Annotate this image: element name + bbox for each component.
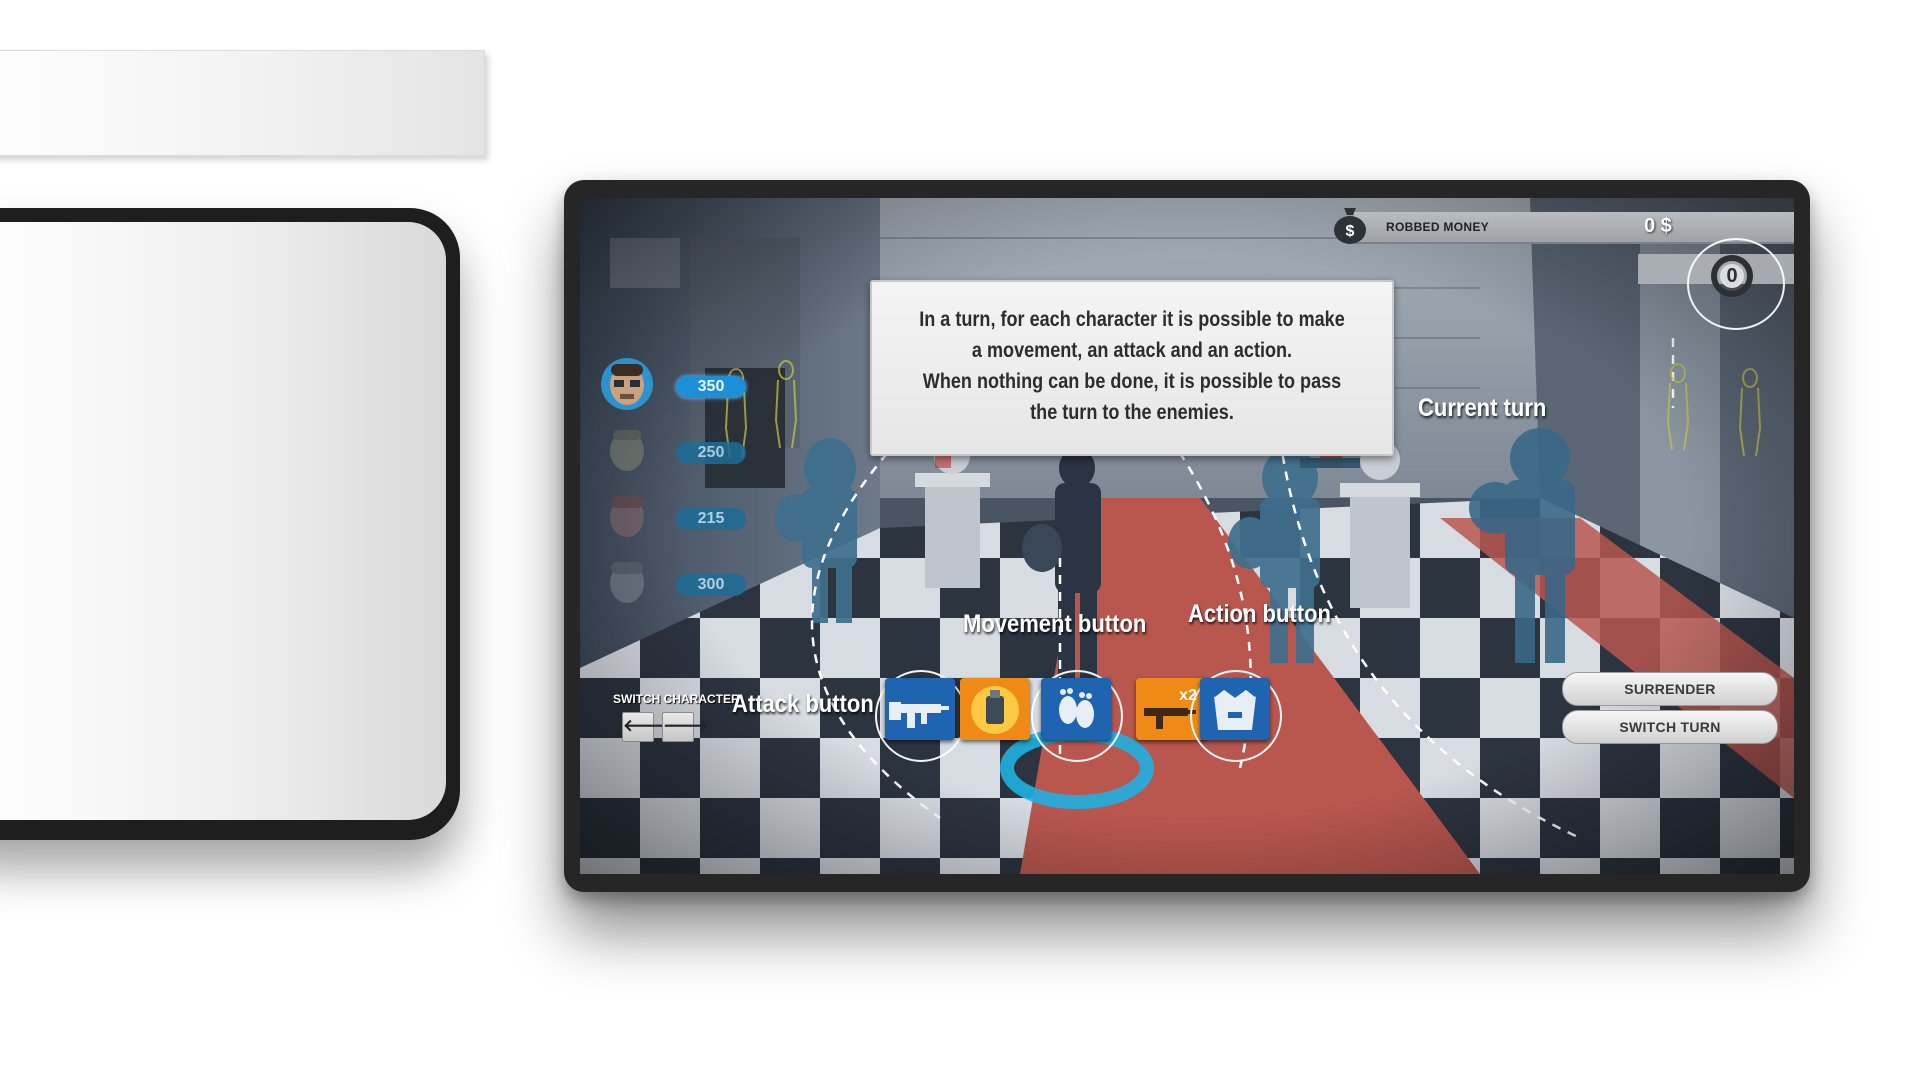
character-slot-2[interactable]: 250 bbox=[592, 420, 762, 480]
tablet-frame: ROBBED MONEY 0 $ $ 0 In a turn, for each… bbox=[564, 180, 1810, 892]
character-slot-1[interactable]: 350 bbox=[592, 354, 762, 414]
money-bag-icon: $ bbox=[1334, 208, 1366, 244]
armor-vest-icon[interactable] bbox=[1200, 678, 1270, 740]
grenade-icon[interactable] bbox=[960, 678, 1030, 740]
game-screen: ROBBED MONEY 0 $ $ 0 In a turn, for each… bbox=[580, 198, 1794, 874]
info-line: When nothing can be done, it is possible… bbox=[922, 370, 1342, 393]
character-portrait bbox=[601, 358, 653, 410]
info-line: a movement, an attack and an action. bbox=[971, 339, 1293, 362]
switch-turn-button[interactable]: SWITCH TURN bbox=[1562, 710, 1778, 744]
character-hp: 215 bbox=[676, 508, 746, 530]
current-turn-callout: Current turn bbox=[1418, 394, 1547, 422]
info-line: the turn to the enemies. bbox=[1030, 401, 1234, 424]
character-hp: 250 bbox=[676, 442, 746, 464]
surrender-button[interactable]: SURRENDER bbox=[1562, 672, 1778, 706]
action-button-callout: Action button bbox=[1188, 600, 1331, 628]
ghost-tablet-screen bbox=[0, 222, 446, 820]
tutorial-info-box: In a turn, for each character it is poss… bbox=[870, 280, 1394, 456]
presentation-stage: ROBBED MONEY 0 $ $ 0 In a turn, for each… bbox=[0, 0, 1920, 1080]
switch-character-label: SWITCH CHARACTER bbox=[613, 692, 740, 706]
robbed-money-value: 0 $ bbox=[1644, 215, 1672, 237]
tutorial-info-text: In a turn, for each character it is poss… bbox=[872, 304, 1392, 428]
previous-character-button[interactable]: 🡐 bbox=[622, 712, 669, 742]
info-line: In a turn, for each character it is poss… bbox=[919, 308, 1345, 331]
assault-rifle-icon[interactable] bbox=[885, 678, 955, 740]
ghost-banner bbox=[0, 50, 485, 156]
character-hp: 300 bbox=[676, 574, 746, 596]
turn-counter: 0 bbox=[1706, 250, 1758, 302]
robbed-money-label: ROBBED MONEY bbox=[1386, 220, 1489, 234]
movement-button-callout: Movement button bbox=[963, 610, 1147, 638]
character-portrait bbox=[610, 562, 644, 603]
character-hp: 350 bbox=[676, 376, 746, 398]
next-character-button[interactable]: 🡒 bbox=[662, 712, 709, 742]
character-portrait bbox=[610, 496, 644, 537]
character-portrait bbox=[610, 430, 644, 471]
character-slot-3[interactable]: 215 bbox=[592, 486, 762, 546]
svg-text:$: $ bbox=[1346, 223, 1355, 240]
footsteps-icon[interactable] bbox=[1041, 678, 1111, 740]
turn-counter-value: 0 bbox=[1726, 265, 1738, 287]
ghost-tablet bbox=[0, 208, 460, 840]
attack-button-callout: Attack button bbox=[732, 690, 874, 718]
character-slot-4[interactable]: 300 bbox=[592, 552, 762, 612]
